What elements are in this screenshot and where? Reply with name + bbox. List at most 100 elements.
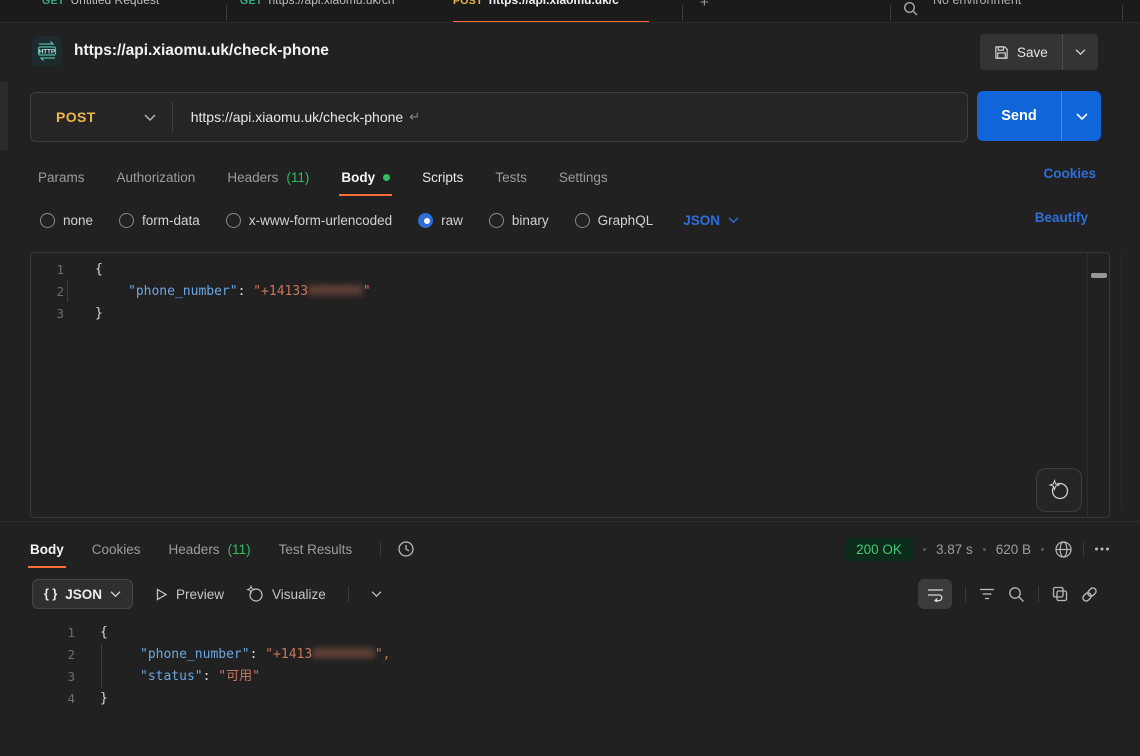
tab-scripts[interactable]: Scripts — [422, 158, 463, 196]
postbot-button[interactable] — [1036, 468, 1082, 512]
tab-divider — [1122, 5, 1123, 21]
dot-separator — [1041, 548, 1044, 551]
body-mode-row: none form-data x-www-form-urlencoded raw… — [40, 202, 739, 238]
tab-authorization[interactable]: Authorization — [117, 158, 196, 196]
response-size[interactable]: 620 B — [996, 542, 1031, 557]
mode-binary[interactable]: binary — [489, 213, 549, 228]
save-button[interactable]: Save — [980, 34, 1062, 70]
radio-icon — [575, 213, 590, 228]
json-string-value: "可用" — [218, 669, 260, 684]
method-badge: POST — [453, 0, 483, 7]
request-tab-2[interactable]: GEThttps://api.xiaomu.uk/ch — [240, 0, 395, 7]
method-dropdown[interactable]: POST — [31, 109, 172, 125]
chevron-down-icon — [371, 590, 382, 598]
search-in-response-icon[interactable] — [1008, 586, 1025, 603]
pane-edge-line — [1121, 252, 1122, 510]
mode-none[interactable]: none — [40, 213, 93, 228]
divider — [348, 586, 349, 602]
braces-icon: { } — [44, 587, 57, 601]
response-meta: 200 OK 3.87 s 620 B — [845, 530, 1110, 568]
postbot-sparkle-icon — [1048, 479, 1070, 501]
tab-title: https://api.xiaomu.uk/c — [489, 0, 619, 7]
play-icon — [155, 588, 168, 601]
copy-icon[interactable] — [1052, 586, 1068, 602]
save-options-button[interactable] — [1062, 34, 1098, 70]
chevron-down-icon — [728, 216, 739, 224]
send-button[interactable]: Send — [977, 91, 1061, 141]
tab-tests[interactable]: Tests — [495, 158, 527, 196]
json-string-value: "+14133 — [253, 284, 308, 299]
tab-headers[interactable]: Headers (11) — [227, 158, 309, 196]
editor-scroll-track — [1087, 253, 1088, 517]
tab-divider — [890, 5, 891, 21]
save-split-button: Save — [980, 34, 1098, 70]
globe-icon[interactable] — [1054, 540, 1073, 559]
mode-form-data[interactable]: form-data — [119, 213, 200, 228]
collapsed-sidebar-edge — [0, 82, 8, 150]
response-body-viewer[interactable]: 1 { 2 "phone_number": "+141300000000", 3… — [0, 616, 1110, 710]
workspace-tab-bar: GETUntitled Request GEThttps://api.xiaom… — [0, 0, 1140, 23]
more-options-icon[interactable] — [1094, 546, 1110, 552]
response-history-icon[interactable] — [397, 540, 415, 558]
tab-settings[interactable]: Settings — [559, 158, 608, 196]
chevron-down-icon — [1075, 48, 1086, 56]
json-key: "phone_number" — [128, 284, 238, 299]
url-bar: POST https://api.xiaomu.uk/check-phone ↵ — [30, 92, 968, 142]
json-key: "phone_number" — [140, 647, 250, 662]
environment-selector[interactable]: No environment — [933, 0, 1021, 7]
divider — [1083, 541, 1084, 557]
mode-x-www-form-urlencoded[interactable]: x-www-form-urlencoded — [226, 213, 392, 228]
word-wrap-button[interactable] — [918, 579, 952, 609]
beautify-link[interactable]: Beautify — [1035, 210, 1088, 225]
response-tab-body[interactable]: Body — [30, 530, 64, 568]
link-icon[interactable] — [1081, 586, 1098, 603]
code-line: 1 { — [31, 259, 1109, 281]
request-tab-3-active[interactable]: POST https://api.xiaomu.uk/c — [453, 0, 619, 7]
response-time[interactable]: 3.87 s — [936, 542, 973, 557]
divider — [965, 586, 966, 602]
http-request-icon: HTTP — [32, 36, 62, 66]
preview-button[interactable]: Preview — [155, 587, 224, 602]
active-tab-underline — [453, 21, 649, 23]
radio-icon — [418, 213, 433, 228]
mode-graphql[interactable]: GraphQL — [575, 213, 654, 228]
cookies-link[interactable]: Cookies — [1043, 166, 1096, 181]
redacted-digits: 0000000 — [308, 284, 363, 299]
response-tab-test-results[interactable]: Test Results — [279, 530, 353, 568]
radio-icon — [119, 213, 134, 228]
request-body-editor[interactable]: 1 { 2 "phone_number": "+141330000000" 3 … — [30, 252, 1110, 518]
language-dropdown[interactable]: JSON — [683, 213, 739, 228]
code-line: 3 "status": "可用" — [0, 666, 1110, 688]
visualize-options-chevron[interactable] — [371, 590, 382, 598]
tab-title: https://api.xiaomu.uk/ch — [269, 0, 395, 7]
editor-scrollbar-thumb[interactable] — [1091, 273, 1107, 278]
send-split-button: Send — [977, 91, 1101, 141]
status-badge[interactable]: 200 OK — [845, 538, 913, 561]
tab-params[interactable]: Params — [38, 158, 85, 196]
url-input[interactable]: https://api.xiaomu.uk/check-phone — [191, 109, 403, 125]
send-options-button[interactable] — [1061, 91, 1101, 141]
response-tabs: Body Cookies Headers (11) Test Results — [30, 530, 415, 568]
response-tools — [918, 578, 1098, 610]
tab-body[interactable]: Body — [341, 158, 390, 196]
dot-separator — [983, 548, 986, 551]
search-icon[interactable] — [903, 1, 919, 17]
enter-hint: ↵ — [409, 109, 420, 125]
new-tab-button[interactable]: + — [700, 0, 709, 11]
response-tab-headers[interactable]: Headers (11) — [169, 530, 251, 568]
code-line: 2 "phone_number": "+141330000000" — [31, 281, 1109, 303]
chevron-down-icon — [144, 113, 156, 122]
headers-count-badge: (11) — [286, 170, 309, 185]
save-icon — [994, 45, 1009, 60]
response-format-dropdown[interactable]: { } JSON — [32, 579, 133, 609]
code-line: 3 } — [31, 303, 1109, 325]
save-button-label: Save — [1017, 45, 1048, 60]
code-line: 1 { — [0, 622, 1110, 644]
request-response-divider — [0, 521, 1140, 522]
response-tab-cookies[interactable]: Cookies — [92, 530, 141, 568]
filter-icon[interactable] — [979, 588, 995, 600]
visualize-button[interactable]: Visualize — [246, 585, 326, 603]
request-tab-1[interactable]: GETUntitled Request — [42, 0, 159, 7]
mode-raw-selected[interactable]: raw — [418, 213, 463, 228]
svg-text:HTTP: HTTP — [39, 49, 55, 56]
